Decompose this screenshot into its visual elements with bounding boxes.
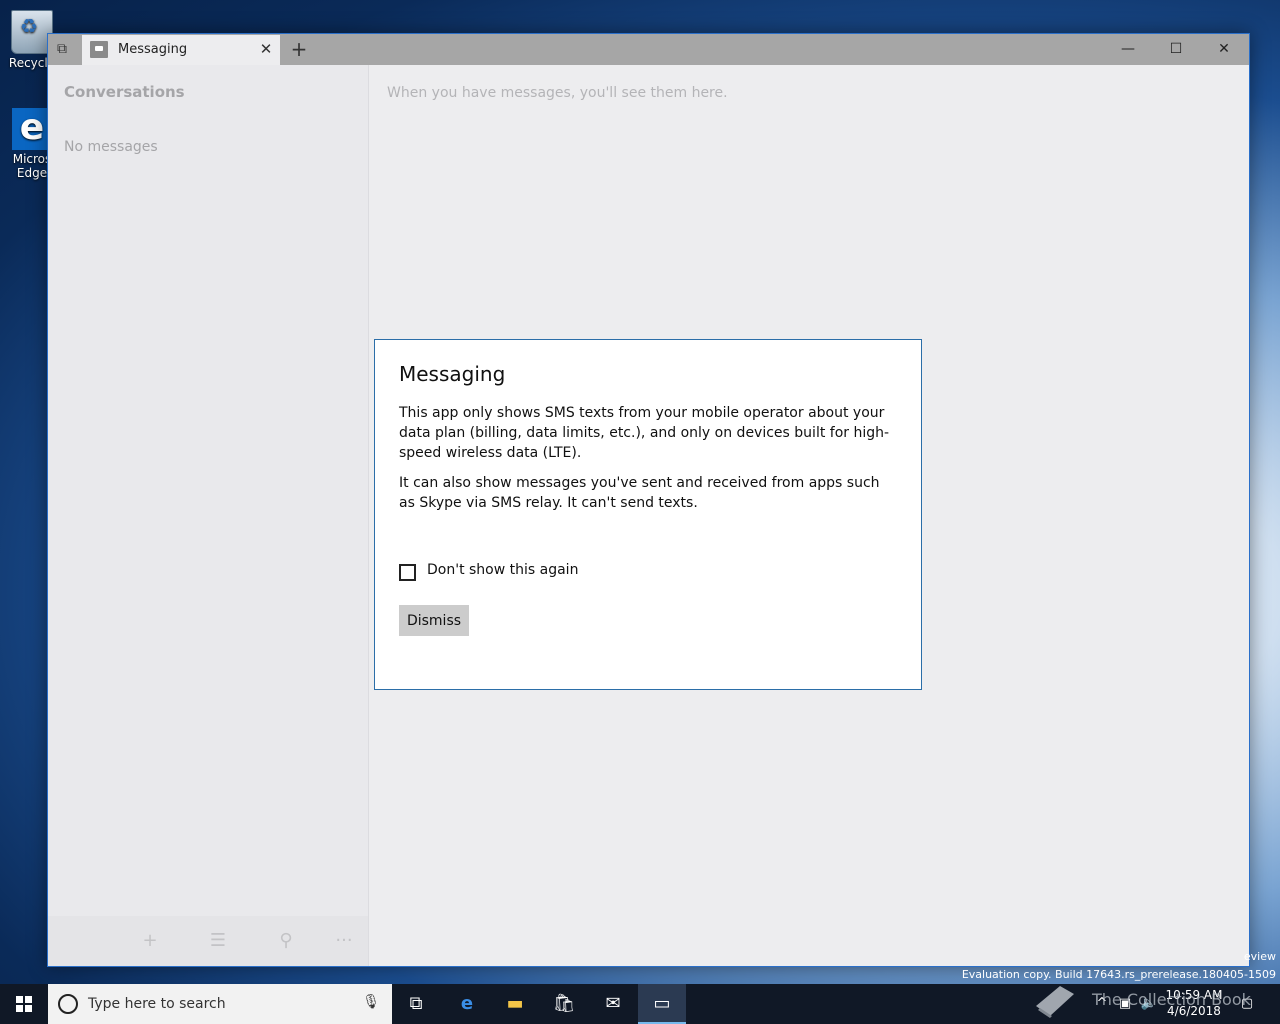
no-messages-text: No messages xyxy=(64,139,158,155)
search-icon[interactable]: ⚲ xyxy=(272,928,300,954)
overlay-watermark-text: The Collection Book xyxy=(1092,990,1251,1009)
conversations-title: Conversations xyxy=(64,83,185,101)
search-placeholder: Type here to search xyxy=(88,996,226,1012)
empty-state-hint: When you have messages, you'll see them … xyxy=(387,85,728,101)
taskbar: Type here to search 🎙 ⧉ e ▬ 🛍 ✉ ▭ ^ ▣ 🔈 … xyxy=(0,984,1280,1024)
messaging-icon xyxy=(90,41,108,58)
dialog-paragraph-2: It can also show messages you've sent an… xyxy=(399,475,880,511)
windows-logo-icon xyxy=(16,996,32,1012)
tab-messaging[interactable]: Messaging ✕ xyxy=(82,35,280,65)
mail-icon[interactable]: ✉ xyxy=(589,984,637,1024)
sidebar-command-bar: + ☰ ⚲ ··· xyxy=(48,916,368,966)
dont-show-again-checkbox[interactable] xyxy=(399,564,416,581)
dismiss-button[interactable]: Dismiss xyxy=(399,605,469,636)
tab-set-icon[interactable]: ⧉ xyxy=(54,41,70,57)
select-icon[interactable]: ☰ xyxy=(204,928,232,954)
title-bar[interactable]: ⧉ Messaging ✕ + — ☐ ✕ xyxy=(48,34,1249,65)
dialog-title: Messaging xyxy=(399,362,506,386)
maximize-button[interactable]: ☐ xyxy=(1153,34,1199,65)
store-icon[interactable]: 🛍 xyxy=(540,984,588,1024)
new-tab-button[interactable]: + xyxy=(288,37,310,61)
tab-close-icon[interactable]: ✕ xyxy=(257,39,275,59)
new-message-icon[interactable]: + xyxy=(136,928,164,954)
task-view-icon[interactable]: ⧉ xyxy=(392,984,440,1024)
minimize-button[interactable]: — xyxy=(1105,34,1151,65)
preview-watermark: eview xyxy=(1243,950,1276,963)
close-button[interactable]: ✕ xyxy=(1201,34,1247,65)
messaging-icon[interactable]: ▭ xyxy=(638,984,686,1024)
cortana-icon xyxy=(58,994,78,1014)
edge-icon: e xyxy=(12,108,52,150)
book-logo-icon xyxy=(1032,980,1078,1020)
dont-show-again-label[interactable]: Don't show this again xyxy=(427,562,578,578)
conversations-pane: Conversations No messages + ☰ ⚲ ··· xyxy=(48,65,369,966)
start-button[interactable] xyxy=(0,984,48,1024)
build-watermark: Evaluation copy. Build 17643.rs_prerelea… xyxy=(961,968,1276,981)
edge-icon[interactable]: e xyxy=(443,984,491,1024)
more-icon[interactable]: ··· xyxy=(330,928,358,954)
dialog-paragraph-1: This app only shows SMS texts from your … xyxy=(399,405,890,461)
file-explorer-icon[interactable]: ▬ xyxy=(491,984,539,1024)
microphone-icon[interactable]: 🎙 xyxy=(362,994,380,1010)
search-box[interactable]: Type here to search 🎙 xyxy=(48,984,392,1024)
tab-title: Messaging xyxy=(118,42,188,57)
messaging-info-dialog: Messaging This app only shows SMS texts … xyxy=(374,339,922,690)
